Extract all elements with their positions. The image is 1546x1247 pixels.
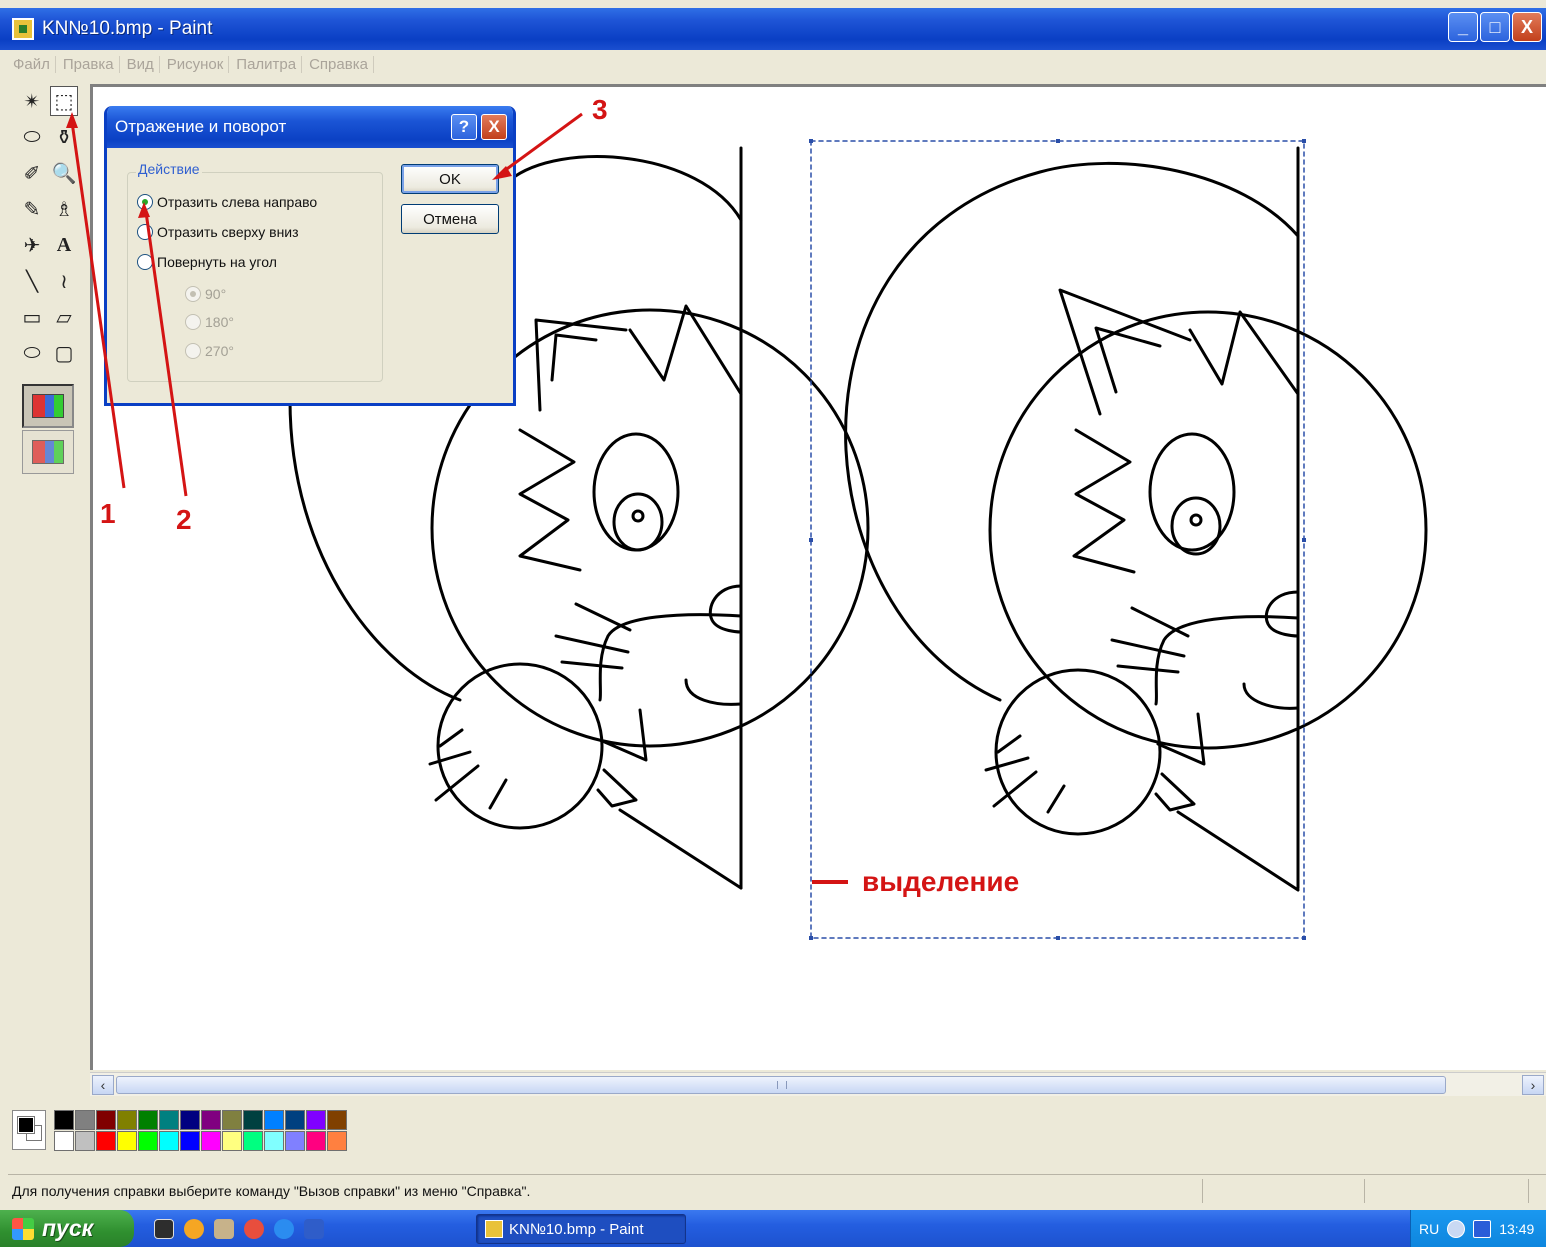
arrow-1 bbox=[70, 121, 126, 489]
arrowhead-1 bbox=[66, 112, 78, 128]
selection-label: выделение bbox=[862, 866, 1020, 897]
callout-3: 3 bbox=[592, 94, 608, 125]
callout-2: 2 bbox=[176, 504, 192, 535]
callout-1: 1 bbox=[100, 498, 116, 529]
desktop: KN№10.bmp - Paint _ □ X Файл Правка Вид … bbox=[0, 0, 1546, 1247]
annotation-arrows bbox=[66, 112, 583, 497]
arrow-3 bbox=[499, 112, 583, 176]
annotation-dash bbox=[812, 880, 848, 884]
arrowhead-2 bbox=[138, 202, 150, 218]
selection-annotation: выделение bbox=[812, 866, 1019, 898]
arrow-2 bbox=[144, 211, 188, 497]
